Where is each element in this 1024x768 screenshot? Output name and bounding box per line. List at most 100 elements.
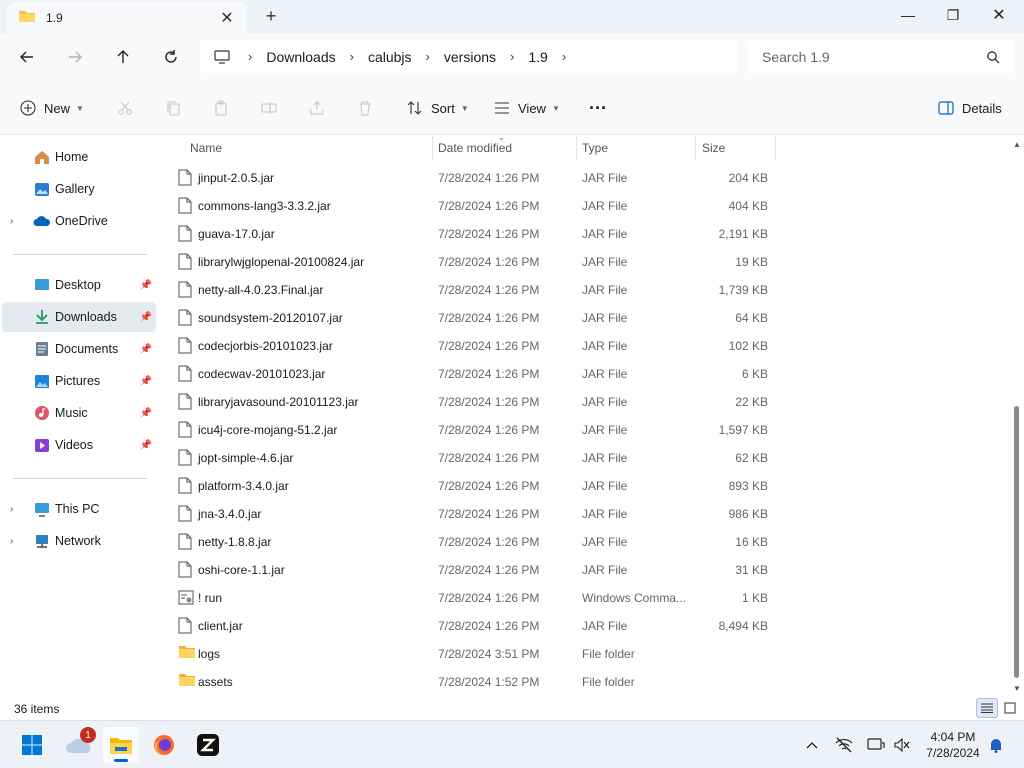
chevron-right-icon[interactable]: › xyxy=(510,49,514,64)
copy-icon[interactable] xyxy=(162,97,184,119)
sort-button[interactable]: Sort ▼ xyxy=(407,94,469,122)
file-row[interactable]: librarylwjglopenal-20100824.jar 7/28/2024… xyxy=(160,248,780,276)
pin-icon[interactable]: 📌 xyxy=(140,408,152,419)
vertical-scrollbar[interactable]: ▲ ▼ xyxy=(1010,136,1024,694)
forward-button[interactable] xyxy=(60,42,90,72)
close-tab-icon[interactable]: ✕ xyxy=(213,4,241,32)
chevron-right-icon[interactable]: › xyxy=(350,49,354,64)
file-row[interactable]: platform-3.4.0.jar 7/28/2024 1:26 PM JAR F… xyxy=(160,472,780,500)
explorer-tab[interactable]: 1.9 ✕ xyxy=(7,2,247,33)
details-view-button[interactable] xyxy=(976,698,998,718)
sidebar-item-downloads[interactable]: Downloads 📌 xyxy=(2,302,156,332)
sidebar-item-gallery[interactable]: Gallery xyxy=(2,174,156,204)
chevron-up-icon[interactable] xyxy=(802,735,822,755)
column-divider[interactable] xyxy=(432,136,433,160)
chevron-right-icon[interactable]: › xyxy=(10,504,13,515)
sidebar-item-videos[interactable]: Videos 📌 xyxy=(2,430,156,460)
scrollbar-thumb[interactable] xyxy=(1014,406,1019,678)
file-row[interactable]: netty-1.8.8.jar 7/28/2024 1:26 PM JAR File… xyxy=(160,528,780,556)
file-row[interactable]: codecjorbis-20101023.jar 7/28/2024 1:26 P… xyxy=(160,332,780,360)
breadcrumb-calubjs[interactable]: calubjs xyxy=(368,49,412,65)
search-input[interactable]: Search 1.9 xyxy=(762,49,986,65)
file-row[interactable]: libraryjavasound-20101123.jar 7/28/2024 1… xyxy=(160,388,780,416)
weather-widget[interactable]: 1 xyxy=(60,727,96,763)
file-row[interactable]: soundsystem-20120107.jar 7/28/2024 1:26 P… xyxy=(160,304,780,332)
column-header-name[interactable]: Name xyxy=(190,136,222,160)
file-row[interactable]: netty-all-4.0.23.Final.jar 7/28/2024 1:26… xyxy=(160,276,780,304)
chevron-right-icon[interactable]: › xyxy=(10,536,13,547)
start-button[interactable] xyxy=(14,727,50,763)
pin-icon[interactable]: 📌 xyxy=(140,376,152,387)
sidebar-item-documents[interactable]: Documents 📌 xyxy=(2,334,156,364)
close-window-button[interactable]: ✕ xyxy=(976,0,1022,30)
column-divider[interactable] xyxy=(775,136,776,160)
share-icon[interactable] xyxy=(306,97,328,119)
column-header-type[interactable]: Type xyxy=(582,136,608,160)
tiles-view-button[interactable] xyxy=(999,698,1021,718)
chevron-right-icon[interactable]: › xyxy=(248,49,252,64)
column-header-size[interactable]: Size xyxy=(702,136,725,160)
search-box[interactable]: Search 1.9 xyxy=(748,40,1014,73)
sidebar-item-home[interactable]: Home xyxy=(2,142,156,172)
more-options-icon[interactable]: ··· xyxy=(589,94,607,122)
chevron-right-icon[interactable]: › xyxy=(562,49,566,64)
search-icon xyxy=(987,50,1000,63)
scroll-down-icon[interactable]: ▼ xyxy=(1013,684,1021,693)
breadcrumb-downloads[interactable]: Downloads xyxy=(266,49,335,65)
minimize-button[interactable]: — xyxy=(885,0,931,30)
column-header-date-modified[interactable]: Date modified xyxy=(438,136,512,160)
file-row[interactable]: ! run 7/28/2024 1:26 PM Windows Comma... 1 … xyxy=(160,584,780,612)
paste-icon[interactable] xyxy=(210,97,232,119)
column-divider[interactable] xyxy=(695,136,696,160)
delete-icon[interactable] xyxy=(354,97,376,119)
column-divider[interactable] xyxy=(576,136,577,160)
display-icon[interactable] xyxy=(866,735,886,755)
rename-icon[interactable] xyxy=(258,97,280,119)
back-button[interactable] xyxy=(12,42,42,72)
app-z-taskbar-button[interactable] xyxy=(190,727,226,763)
maximize-button[interactable]: ❐ xyxy=(930,0,976,30)
sidebar-item-desktop[interactable]: Desktop 📌 xyxy=(2,270,156,300)
file-row[interactable]: icu4j-core-mojang-51.2.jar 7/28/2024 1:26… xyxy=(160,416,780,444)
sidebar-item-pictures[interactable]: Pictures 📌 xyxy=(2,366,156,396)
file-row[interactable]: logs 7/28/2024 3:51 PM File folder xyxy=(160,640,780,668)
file-row[interactable]: jopt-simple-4.6.jar 7/28/2024 1:26 PM JAR … xyxy=(160,444,780,472)
cut-icon[interactable] xyxy=(114,97,136,119)
pin-icon[interactable]: 📌 xyxy=(140,344,152,355)
file-row[interactable]: jinput-2.0.5.jar 7/28/2024 1:26 PM JAR Fil… xyxy=(160,164,780,192)
file-explorer-taskbar-button[interactable] xyxy=(103,727,139,763)
pin-icon[interactable]: 📌 xyxy=(140,440,152,451)
sidebar-item-this-pc[interactable]: › This PC xyxy=(2,494,156,524)
file-row[interactable]: oshi-core-1.1.jar 7/28/2024 1:26 PM JAR Fi… xyxy=(160,556,780,584)
chevron-right-icon[interactable]: › xyxy=(426,49,430,64)
firefox-taskbar-button[interactable] xyxy=(146,727,182,763)
new-tab-button[interactable]: + xyxy=(258,3,284,29)
file-row[interactable]: commons-lang3-3.3.2.jar 7/28/2024 1:26 PM… xyxy=(160,192,780,220)
pin-icon[interactable]: 📌 xyxy=(140,312,152,323)
sidebar-item-network[interactable]: › Network xyxy=(2,526,156,556)
clock[interactable]: 4:04 PM 7/28/2024 xyxy=(914,729,992,761)
volume-muted-icon[interactable] xyxy=(892,735,912,755)
breadcrumb-versions[interactable]: versions xyxy=(444,49,496,65)
network-disconnected-icon[interactable] xyxy=(834,735,854,755)
file-row[interactable]: client.jar 7/28/2024 1:26 PM JAR File 8,494… xyxy=(160,612,780,640)
chevron-right-icon[interactable]: › xyxy=(10,216,13,227)
up-button[interactable] xyxy=(108,42,138,72)
details-button[interactable]: Details xyxy=(938,94,1002,122)
file-type: JAR File xyxy=(582,395,628,409)
refresh-button[interactable] xyxy=(156,42,186,72)
file-row[interactable]: guava-17.0.jar 7/28/2024 1:26 PM JAR File 2… xyxy=(160,220,780,248)
sidebar-item-music[interactable]: Music 📌 xyxy=(2,398,156,428)
address-bar[interactable]: › Downloads › calubjs › versions › 1.9 › xyxy=(200,40,738,73)
new-button[interactable]: New ▼ xyxy=(20,94,84,122)
scroll-up-icon[interactable]: ▲ xyxy=(1013,140,1021,149)
notification-bell-icon[interactable] xyxy=(986,735,1006,755)
view-button[interactable]: View ▼ xyxy=(494,94,560,122)
pin-icon[interactable]: 📌 xyxy=(140,280,152,291)
sidebar-item-onedrive[interactable]: › OneDrive xyxy=(2,206,156,236)
file-row[interactable]: jna-3.4.0.jar 7/28/2024 1:26 PM JAR File 98… xyxy=(160,500,780,528)
file-row[interactable]: assets 7/28/2024 1:52 PM File folder xyxy=(160,668,780,694)
breadcrumb-1-9[interactable]: 1.9 xyxy=(528,49,547,65)
sidebar-item-label: Gallery xyxy=(55,182,95,196)
file-row[interactable]: codecwav-20101023.jar 7/28/2024 1:26 PM JA… xyxy=(160,360,780,388)
